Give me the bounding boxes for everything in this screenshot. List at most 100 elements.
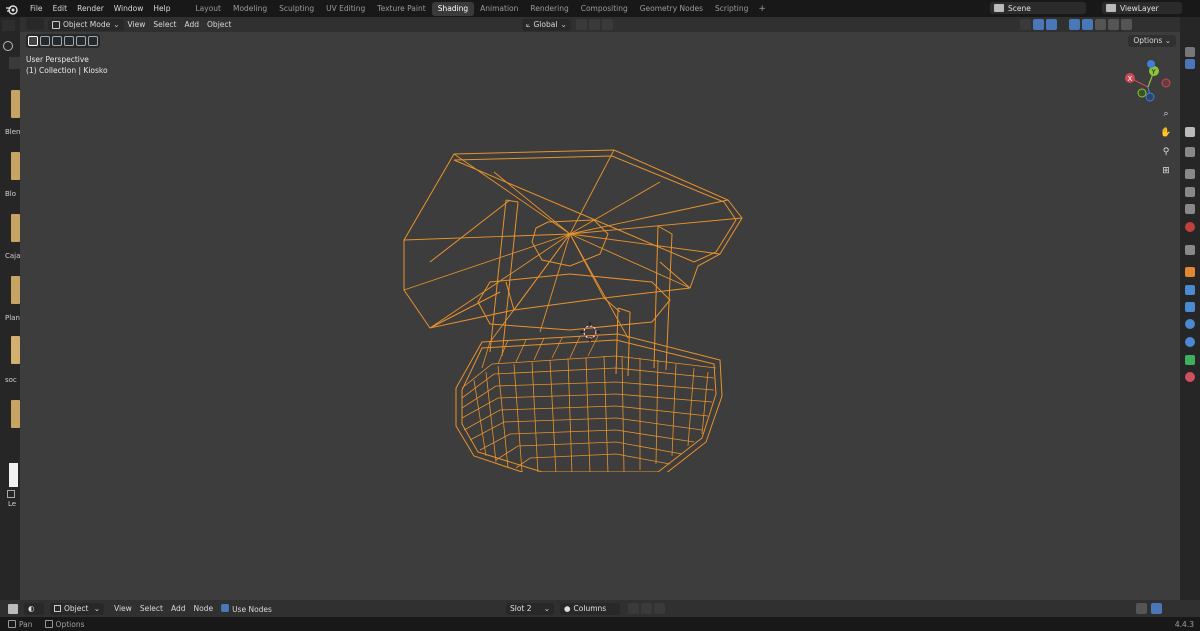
select-mode-subtract-icon[interactable] [64,36,74,46]
asset-thumb[interactable] [11,90,20,118]
modifier-icon[interactable] [1185,285,1195,295]
node-menu-view[interactable]: View [110,604,136,613]
rendered-shading-icon[interactable] [1121,19,1132,30]
proportional-edit-icon[interactable] [602,19,613,30]
viewport-menu-add[interactable]: Add [181,19,204,31]
editor-type-dropdown[interactable] [26,18,44,30]
view-layer-selector[interactable]: ViewLayer [1102,2,1182,14]
scene-selector[interactable]: Scene [990,2,1086,14]
tab-geometry-nodes[interactable]: Geometry Nodes [634,2,709,16]
material-selector[interactable]: ● Columns [560,602,620,615]
asset-thumb[interactable] [11,152,20,180]
menu-help[interactable]: Help [148,4,175,13]
object-mode-dropdown[interactable]: Object Mode ⌄ [48,18,124,31]
use-nodes-checkbox[interactable] [221,603,230,612]
tab-rendering[interactable]: Rendering [524,2,574,16]
pin-icon[interactable] [671,603,682,614]
solid-shading-icon[interactable] [1095,19,1106,30]
select-mode-invert-icon[interactable] [76,36,86,46]
material-shading-icon[interactable] [1108,19,1119,30]
output-icon[interactable] [1185,169,1195,179]
tab-texture-paint[interactable]: Texture Paint [371,2,431,16]
3d-viewport[interactable]: Object Mode ⌄ View Select Add Object ⟀ G… [20,17,1180,600]
navigation-gizmo[interactable]: X Y [1120,59,1176,105]
menu-render[interactable]: Render [72,4,109,13]
viewport-menu-view[interactable]: View [124,19,150,31]
tab-shading[interactable]: Shading [431,1,475,16]
viewport-menu-object[interactable]: Object [203,19,235,31]
world-icon[interactable] [1185,222,1195,232]
particles-icon[interactable] [1185,302,1195,312]
unlink-icon[interactable] [654,603,665,614]
gizmo-neg-x[interactable] [1161,78,1171,88]
xray-icon[interactable] [1069,19,1080,30]
shader-type-dropdown[interactable]: ◐ [24,602,44,615]
node-editor-type-icon[interactable] [8,603,18,614]
object-props-icon[interactable] [1185,267,1195,277]
gizmo-neg-y[interactable] [1137,88,1147,98]
collection-icon[interactable] [1185,245,1195,255]
tab-sculpting[interactable]: Sculpting [273,2,320,16]
gizmo-neg-z[interactable] [1145,92,1155,102]
asset-thumb[interactable] [11,400,20,428]
asset-thumb-white[interactable] [9,463,18,487]
tab-compositing[interactable]: Compositing [575,2,634,16]
wireframe-shading-icon[interactable] [1082,19,1093,30]
tab-scripting[interactable]: Scripting [709,2,754,16]
tool-icon[interactable] [1185,127,1195,137]
asset-thumb[interactable] [11,276,20,304]
node-menu-add[interactable]: Add [167,604,190,613]
gizmo-z-axis[interactable] [1147,60,1155,68]
select-tool-icon[interactable] [28,36,38,46]
select-mode-extend-icon[interactable] [52,36,62,46]
material-icon[interactable] [1185,372,1195,382]
menu-window[interactable]: Window [109,4,149,13]
settings-icon[interactable] [3,41,13,51]
visibility-icon[interactable] [1020,19,1031,30]
physics-icon[interactable] [1185,319,1195,329]
editor-type-icon[interactable] [2,20,15,31]
node-overlay-icon[interactable] [1151,603,1162,614]
fake-user-icon[interactable] [628,603,639,614]
viewport-menu-select[interactable]: Select [149,19,180,31]
asset-thumb[interactable] [11,336,20,364]
snap-icon[interactable] [589,19,600,30]
asset-thumb[interactable] [11,214,20,242]
transform-orientation-dropdown[interactable]: ⟀ Global ⌄ [522,18,571,31]
duplicate-icon[interactable] [641,603,652,614]
pivot-icon[interactable] [576,19,587,30]
add-workspace-icon[interactable]: + [754,4,770,14]
blender-logo-icon[interactable] [5,3,19,15]
camera-icon[interactable] [1185,59,1195,69]
tab-modeling[interactable]: Modeling [227,2,273,16]
overlays-icon[interactable] [1046,19,1057,30]
filter-icon[interactable] [9,57,20,69]
node-menu-node[interactable]: Node [189,604,217,613]
tab-animation[interactable]: Animation [474,2,524,16]
tab-uv-editing[interactable]: UV Editing [320,2,371,16]
camera-view-icon[interactable]: ⚲ [1158,144,1174,160]
outliner-icon[interactable] [1185,47,1195,57]
gizmo-icon[interactable] [1033,19,1044,30]
menu-edit[interactable]: Edit [48,4,73,13]
node-gizmo-icon[interactable] [1136,603,1147,614]
view-layer-props-icon[interactable] [1185,187,1195,197]
zoom-icon[interactable]: ⌕ [1158,106,1174,122]
slot-dropdown[interactable]: Slot 2 ⌄ [506,602,554,615]
object-dropdown[interactable]: Object ⌄ [50,602,104,615]
3d-cursor-icon [580,322,600,342]
menu-file[interactable]: File [25,4,48,13]
use-nodes-toggle[interactable]: Use Nodes [217,603,276,614]
select-mode-new-icon[interactable] [40,36,50,46]
kiosk-wireframe-object[interactable] [390,142,770,472]
pan-hand-icon[interactable]: ✋ [1158,125,1174,141]
constraints-icon[interactable] [1185,337,1195,347]
node-menu-select[interactable]: Select [136,604,167,613]
render-icon[interactable] [1185,147,1195,157]
scene-props-icon[interactable] [1185,204,1195,214]
options-dropdown[interactable]: Options ⌄ [1128,35,1176,47]
tab-layout[interactable]: Layout [189,2,227,16]
select-mode-intersect-icon[interactable] [88,36,98,46]
perspective-grid-icon[interactable]: ⊞ [1158,163,1174,179]
object-data-icon[interactable] [1185,355,1195,365]
